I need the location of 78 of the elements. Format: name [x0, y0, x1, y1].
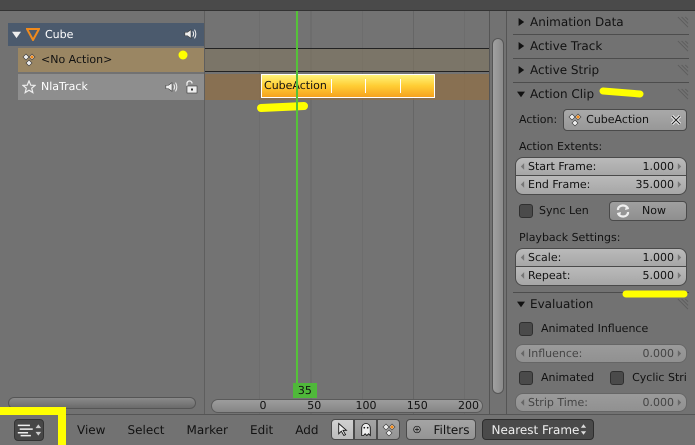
- increment-arrow-icon[interactable]: [677, 254, 682, 261]
- checkbox-label: Animated: [541, 371, 594, 384]
- tool-toggle[interactable]: [331, 419, 354, 440]
- panel-title: Evaluation: [530, 297, 594, 312]
- close-icon[interactable]: [670, 114, 682, 126]
- channel-row[interactable]: <No Action>: [18, 48, 204, 72]
- plus-circle-icon: [413, 424, 422, 436]
- checkbox-label: Animated Influence: [541, 322, 648, 336]
- drag-grip-icon[interactable]: [676, 298, 689, 311]
- cone-icon: [26, 27, 40, 42]
- filters-button[interactable]: Filters: [406, 419, 476, 440]
- lock-icon[interactable]: [184, 80, 198, 94]
- panel-header[interactable]: Action Clip: [513, 82, 689, 106]
- disclosure-triangle-icon[interactable]: [517, 42, 525, 50]
- tool-toggle[interactable]: [377, 419, 400, 440]
- picker-value: CubeAction: [586, 113, 650, 126]
- panel-title: Active Track: [530, 39, 604, 54]
- editor-type-button[interactable]: [14, 418, 44, 441]
- checkbox[interactable]: [519, 322, 533, 336]
- panel-title: Animation Data: [530, 15, 625, 30]
- vertical-scrollbar[interactable]: [492, 38, 504, 394]
- panel-header[interactable]: Active Strip: [513, 58, 689, 82]
- increment-arrow-icon[interactable]: [677, 181, 682, 188]
- channel-row[interactable]: Cube: [8, 22, 204, 46]
- channel-name: Cube: [45, 28, 74, 41]
- snap-dropdown[interactable]: Nearest Frame: [482, 419, 594, 440]
- menu-item[interactable]: Select: [116, 422, 176, 437]
- group-heading: Playback Settings:: [518, 230, 622, 244]
- channel-name: <No Action>: [41, 53, 112, 66]
- speaker-icon[interactable]: [184, 27, 198, 42]
- decrement-arrow-icon[interactable]: [520, 162, 525, 170]
- ghost-icon: [360, 422, 372, 438]
- refresh-icon: [616, 204, 630, 218]
- panel-header[interactable]: Evaluation: [513, 292, 689, 316]
- speaker-icon[interactable]: [165, 80, 179, 94]
- channel-row[interactable]: NlaTrack: [18, 74, 204, 100]
- disclosure-triangle-icon[interactable]: [517, 66, 525, 74]
- number-field[interactable]: Repeat: 5.000: [515, 266, 687, 286]
- number-field[interactable]: Scale: 1.000: [515, 248, 687, 267]
- menu-item[interactable]: Marker: [176, 422, 239, 437]
- menu-item[interactable]: View: [66, 422, 116, 437]
- pointer-icon: [336, 422, 349, 438]
- disclosure-triangle-icon[interactable]: [517, 90, 525, 98]
- action-icon: [22, 52, 36, 67]
- sync-now-button[interactable]: Now: [609, 200, 687, 221]
- checkbox[interactable]: [610, 370, 624, 385]
- checkbox-label: Cyclic Stri: [632, 371, 687, 384]
- menu-item[interactable]: Edit: [239, 422, 284, 437]
- panel-header[interactable]: Active Track: [513, 34, 689, 58]
- menu-item[interactable]: Add: [284, 422, 330, 437]
- decrement-arrow-icon[interactable]: [520, 181, 525, 188]
- frame-ruler-scrollbar[interactable]: 0 50 100 150 200: [211, 398, 483, 413]
- dropdown-arrows-icon: [580, 423, 588, 436]
- checkbox[interactable]: [519, 204, 533, 218]
- field-label: Action:: [519, 113, 558, 126]
- star-icon: [22, 80, 36, 94]
- increment-arrow-icon[interactable]: [677, 272, 682, 280]
- panel-title: Action Clip: [530, 87, 596, 102]
- horizontal-scrollbar[interactable]: [8, 396, 196, 409]
- decrement-arrow-icon[interactable]: [520, 254, 525, 261]
- panel-title: Active Strip: [530, 63, 600, 78]
- current-frame-label: 35: [292, 382, 317, 398]
- number-field[interactable]: End Frame: 35.000: [515, 176, 687, 195]
- checkbox[interactable]: [519, 370, 533, 385]
- expand-triangle-icon[interactable]: [12, 30, 21, 39]
- panel-header[interactable]: Animation Data: [513, 10, 689, 34]
- tool-toggle[interactable]: [354, 419, 378, 440]
- disclosure-triangle-icon[interactable]: [517, 18, 525, 26]
- increment-arrow-icon[interactable]: [677, 162, 682, 170]
- group-heading: Action Extents:: [518, 138, 604, 153]
- disclosure-triangle-icon[interactable]: [517, 300, 525, 308]
- action-icon: [568, 112, 582, 127]
- decrement-arrow-icon[interactable]: [520, 272, 525, 280]
- number-field[interactable]: Start Frame: 1.000: [515, 156, 687, 176]
- action-picker[interactable]: CubeAction: [563, 108, 687, 131]
- channel-name: NlaTrack: [41, 80, 88, 94]
- action-icon: [382, 422, 396, 437]
- checkbox-label: Sync Len: [539, 204, 589, 218]
